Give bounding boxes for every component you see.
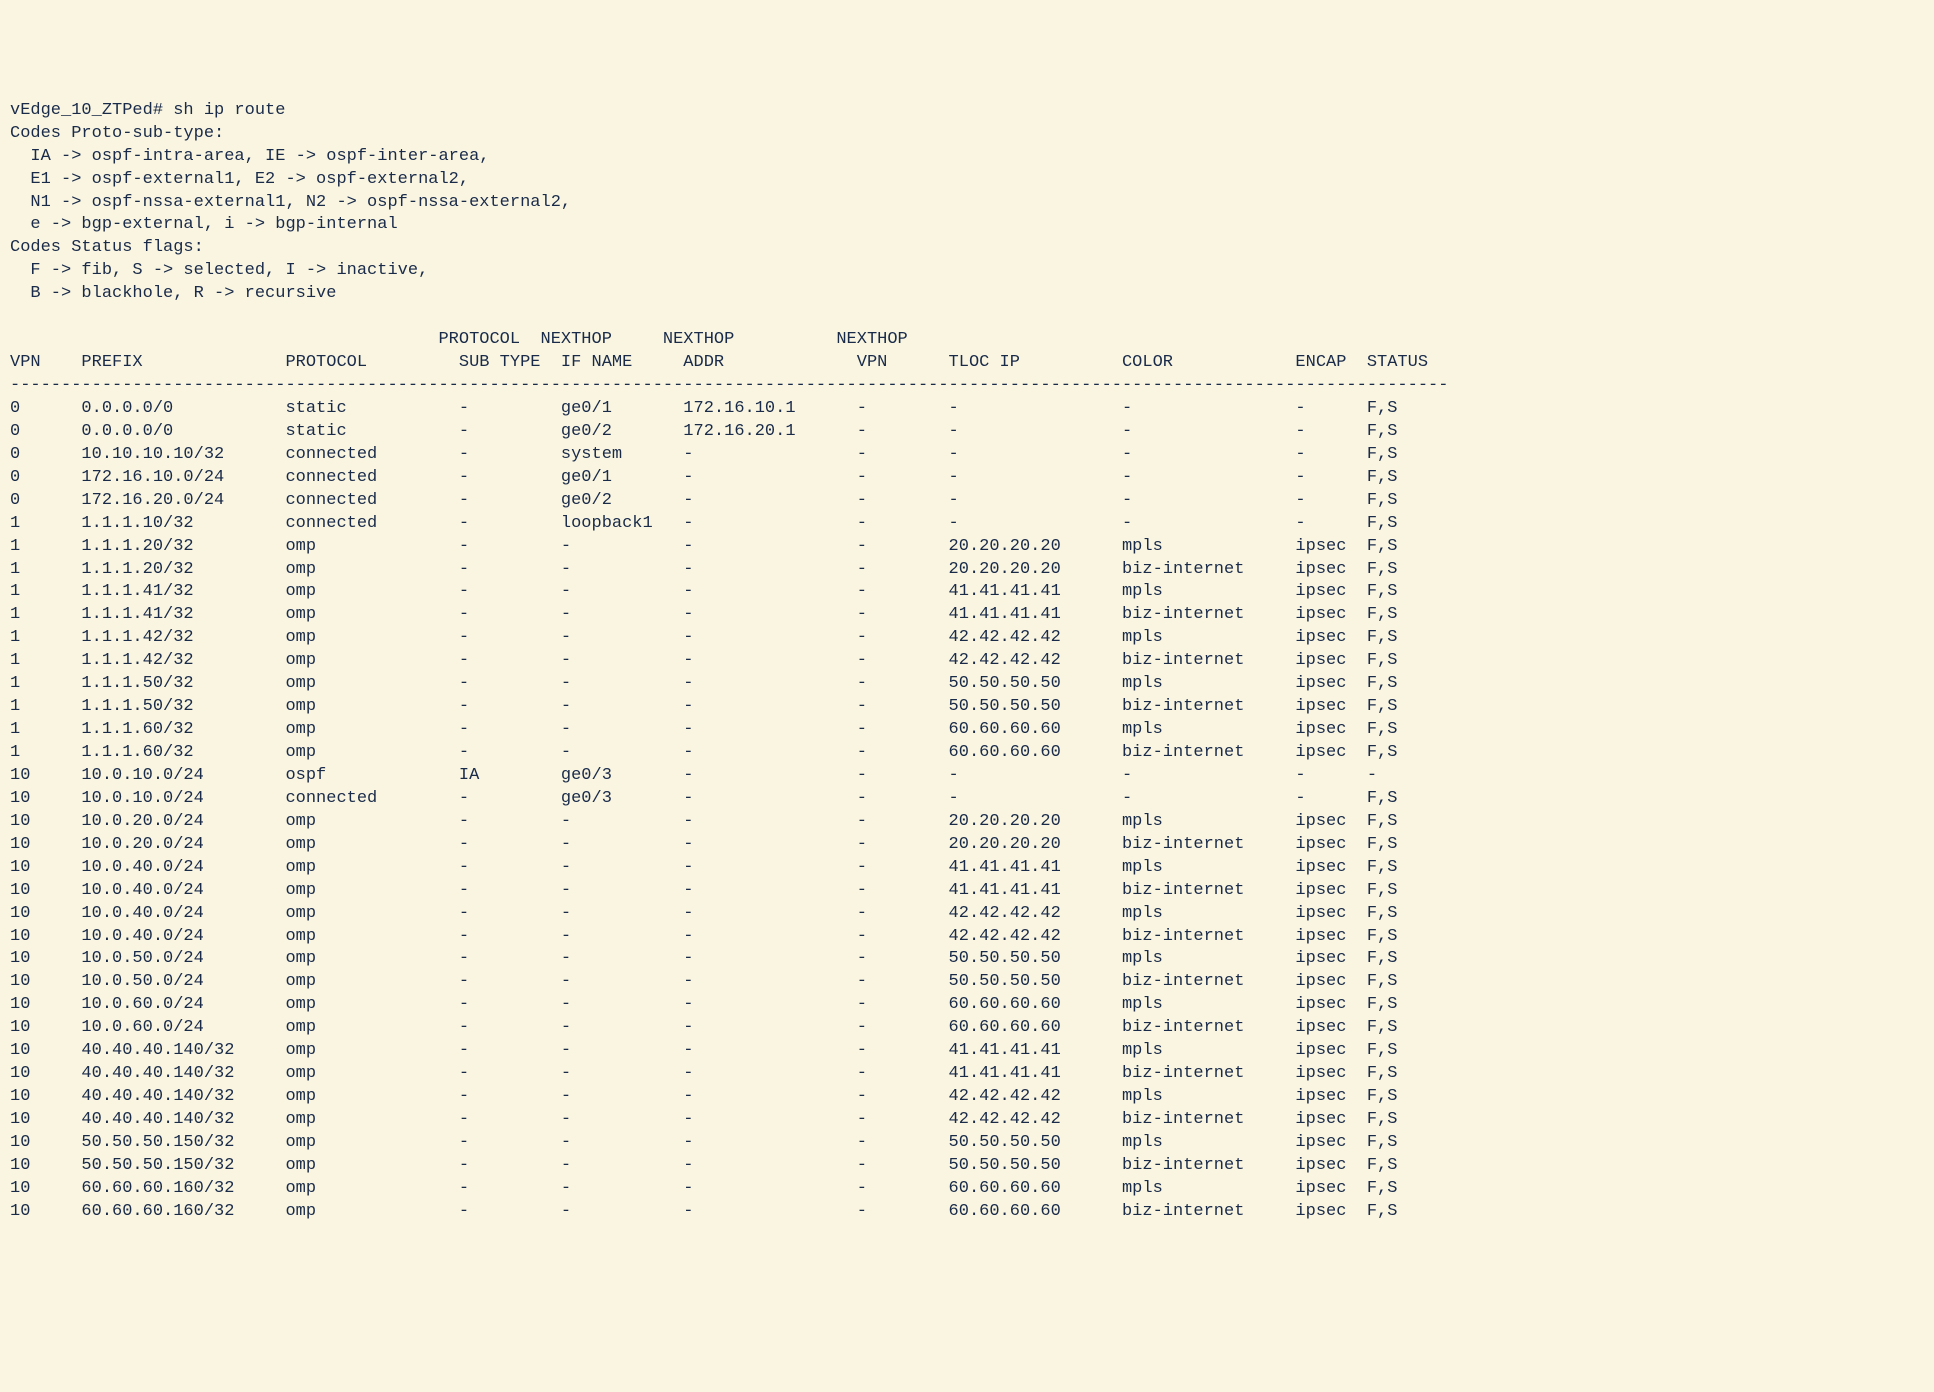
table-header-line1: PROTOCOL NEXTHOP NEXTHOP NEXTHOP	[10, 330, 908, 349]
codes-proto-line: N1 -> ospf-nssa-external1, N2 -> ospf-ns…	[10, 193, 571, 212]
codes-proto-header: Codes Proto-sub-type:	[10, 124, 224, 143]
codes-status-line: B -> blackhole, R -> recursive	[10, 284, 336, 303]
codes-proto-line: e -> bgp-external, i -> bgp-internal	[10, 215, 398, 234]
codes-proto-line: E1 -> ospf-external1, E2 -> ospf-externa…	[10, 170, 469, 189]
codes-status-header: Codes Status flags:	[10, 238, 204, 257]
prompt-line: vEdge_10_ZTPed# sh ip route	[10, 101, 285, 120]
codes-status-line: F -> fib, S -> selected, I -> inactive,	[10, 261, 428, 280]
codes-proto-line: IA -> ospf-intra-area, IE -> ospf-inter-…	[10, 147, 489, 166]
table-header-line2: VPN PREFIX PROTOCOL SUB TYPE IF NAME ADD…	[10, 353, 1428, 372]
route-table-body: 0 0.0.0.0/0 static - ge0/1 172.16.10.1 -…	[10, 399, 1397, 1221]
terminal-output[interactable]: vEdge_10_ZTPed# sh ip route Codes Proto-…	[10, 100, 1924, 1224]
table-divider: ----------------------------------------…	[10, 376, 1448, 395]
